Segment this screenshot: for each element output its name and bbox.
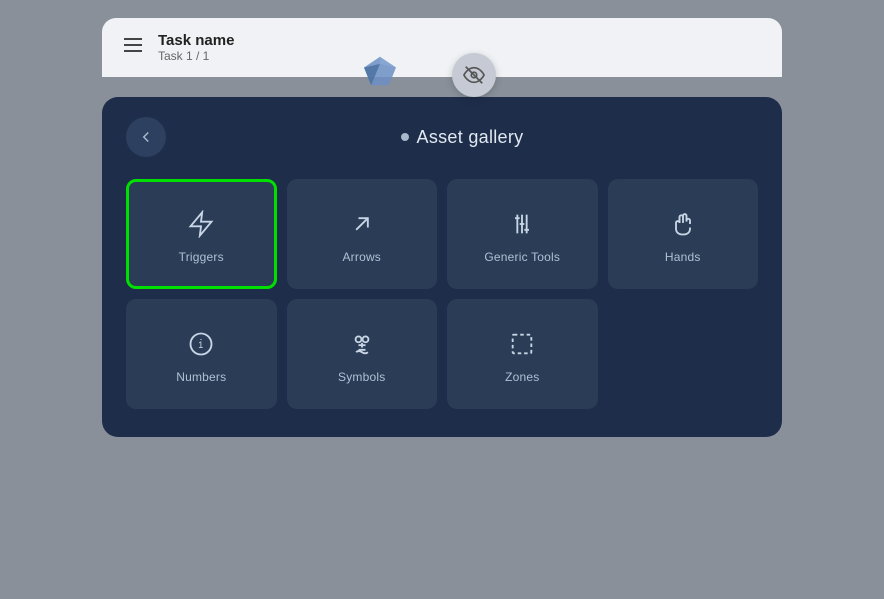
gem-icon: [362, 55, 398, 87]
grid-item-numbers[interactable]: 1 Numbers: [126, 299, 277, 409]
grid-item-generic-tools[interactable]: Generic Tools: [447, 179, 598, 289]
symbols-label: Symbols: [338, 370, 385, 384]
task-name: Task name: [158, 32, 234, 49]
generic-tools-label: Generic Tools: [484, 250, 560, 264]
zones-icon: [508, 330, 536, 358]
task-info: Task name Task 1 / 1: [158, 32, 234, 63]
gallery-grid-row2: 1 Numbers Symbols: [126, 299, 758, 409]
grid-item-hands[interactable]: Hands: [608, 179, 759, 289]
hands-label: Hands: [665, 250, 701, 264]
numbers-icon: 1: [187, 330, 215, 358]
grid-item-zones[interactable]: Zones: [447, 299, 598, 409]
task-list-icon: [122, 36, 144, 60]
grid-item-symbols[interactable]: Symbols: [287, 299, 438, 409]
svg-text:1: 1: [198, 340, 203, 350]
eye-icon: [463, 64, 485, 86]
task-sub: Task 1 / 1: [158, 49, 234, 63]
triggers-label: Triggers: [179, 250, 224, 264]
eye-button[interactable]: [452, 53, 496, 97]
generic-tools-icon: [508, 210, 536, 238]
gallery-grid-row1: Triggers Arrows: [126, 179, 758, 289]
numbers-label: Numbers: [176, 370, 226, 384]
zones-label: Zones: [505, 370, 539, 384]
grid-item-arrows[interactable]: Arrows: [287, 179, 438, 289]
grid-item-triggers[interactable]: Triggers: [126, 179, 277, 289]
gallery-title-area: Asset gallery: [166, 127, 758, 148]
task-bar: Task name Task 1 / 1: [102, 18, 782, 77]
gallery-panel: Asset gallery Triggers Arrows: [102, 97, 782, 437]
back-arrow-icon: [137, 128, 155, 146]
symbols-icon: [348, 330, 376, 358]
gallery-header: Asset gallery: [126, 117, 758, 157]
arrows-icon: [348, 210, 376, 238]
triggers-icon: [187, 210, 215, 238]
arrows-label: Arrows: [342, 250, 381, 264]
gallery-dot: [401, 133, 409, 141]
hands-icon: [669, 210, 697, 238]
back-button[interactable]: [126, 117, 166, 157]
gallery-title: Asset gallery: [417, 127, 524, 148]
